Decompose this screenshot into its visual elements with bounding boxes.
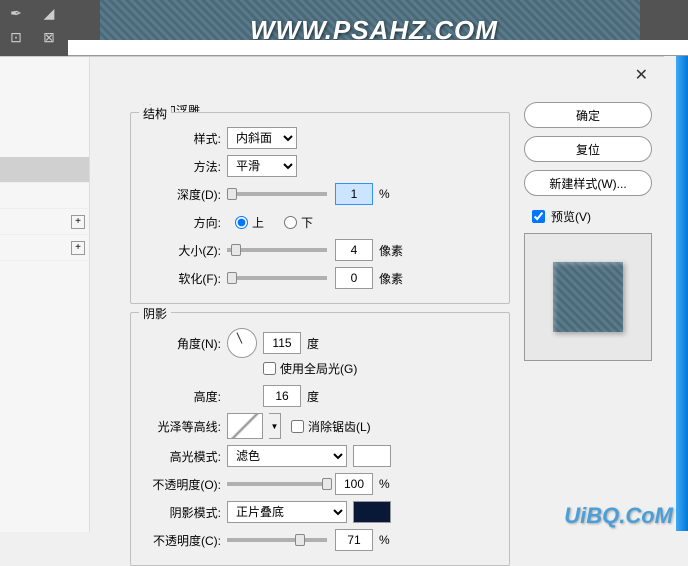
style-list-item[interactable] xyxy=(0,157,89,183)
highlight-opacity-label: 不透明度(O): xyxy=(141,476,221,493)
tool-icon[interactable]: ◢ xyxy=(35,2,63,24)
unit-label: 像素 xyxy=(379,242,403,259)
shadow-opacity-input[interactable] xyxy=(335,529,373,551)
style-list-item[interactable]: + xyxy=(0,209,89,235)
app-background: ✒ ◢ ⊡ ⊠ WWW.PSAHZ.COM xyxy=(0,0,688,56)
unit-label: % xyxy=(379,533,390,547)
chevron-down-icon[interactable]: ▼ xyxy=(269,413,281,439)
tool-icon[interactable]: ⊡ xyxy=(2,26,30,48)
depth-slider[interactable] xyxy=(227,192,327,196)
highlight-opacity-input[interactable] xyxy=(335,473,373,495)
style-list-item[interactable]: + xyxy=(0,235,89,261)
size-slider[interactable] xyxy=(227,248,327,252)
highlight-mode-label: 高光模式: xyxy=(141,448,221,465)
antialias-checkbox[interactable]: 消除锯齿(L) xyxy=(291,418,371,435)
direction-up-radio[interactable]: 上 xyxy=(235,214,264,231)
angle-dial[interactable] xyxy=(227,328,257,358)
ok-button[interactable]: 确定 xyxy=(524,102,652,128)
horizontal-ruler xyxy=(68,40,688,56)
shadow-opacity-slider[interactable] xyxy=(227,538,327,542)
toolbox: ✒ ◢ ⊡ ⊠ xyxy=(0,0,68,56)
global-light-checkbox[interactable]: 使用全局光(G) xyxy=(263,360,357,377)
shadow-opacity-label: 不透明度(C): xyxy=(141,532,221,549)
close-icon[interactable]: ✕ xyxy=(635,65,648,85)
style-list-panel: + + xyxy=(0,57,90,532)
shading-group: 阴影 角度(N): 度 使用全局光(G) 高度: 度 光泽等高线: xyxy=(130,312,510,566)
shadow-color-swatch[interactable] xyxy=(353,501,391,523)
highlight-color-swatch[interactable] xyxy=(353,445,391,467)
altitude-label: 高度: xyxy=(141,388,221,405)
method-label: 方法: xyxy=(141,158,221,175)
style-list-item[interactable] xyxy=(0,183,89,209)
depth-input[interactable] xyxy=(335,183,373,205)
group-title: 结构 xyxy=(139,105,171,122)
size-label: 大小(Z): xyxy=(141,242,221,259)
tool-icon[interactable]: ✒ xyxy=(2,2,30,24)
settings-panel: 结构 样式: 内斜面 方法: 平滑 深度(D): % 方向: 上 下 大小( xyxy=(130,92,510,532)
depth-label: 深度(D): xyxy=(141,186,221,203)
angle-label: 角度(N): xyxy=(141,335,221,352)
plus-icon[interactable]: + xyxy=(71,215,85,229)
shadow-mode-select[interactable]: 正片叠底 xyxy=(227,501,347,523)
direction-down-radio[interactable]: 下 xyxy=(284,214,313,231)
style-label: 样式: xyxy=(141,130,221,147)
dialog-actions: 确定 复位 新建样式(W)... 预览(V) xyxy=(524,102,654,361)
unit-label: 度 xyxy=(307,335,319,352)
gloss-contour-picker[interactable] xyxy=(227,413,263,439)
unit-label: 像素 xyxy=(379,270,403,287)
layer-style-dialog: ✕ + + 斜面和浮雕 结构 样式: 内斜面 方法: 平滑 深度(D): xyxy=(0,56,664,531)
highlight-opacity-slider[interactable] xyxy=(227,482,327,486)
preview-thumbnail xyxy=(524,233,652,361)
shadow-mode-label: 阴影模式: xyxy=(141,504,221,521)
angle-input[interactable] xyxy=(263,332,301,354)
method-select[interactable]: 平滑 xyxy=(227,155,297,177)
preview-checkbox[interactable]: 预览(V) xyxy=(532,208,654,225)
plus-icon[interactable]: + xyxy=(71,241,85,255)
reset-button[interactable]: 复位 xyxy=(524,136,652,162)
new-style-button[interactable]: 新建样式(W)... xyxy=(524,170,652,196)
tool-icon[interactable]: ⊠ xyxy=(35,26,63,48)
structure-group: 结构 样式: 内斜面 方法: 平滑 深度(D): % 方向: 上 下 大小( xyxy=(130,112,510,304)
soften-label: 软化(F): xyxy=(141,270,221,287)
size-input[interactable] xyxy=(335,239,373,261)
direction-label: 方向: xyxy=(141,214,221,231)
unit-label: 度 xyxy=(307,388,319,405)
unit-label: % xyxy=(379,187,390,201)
highlight-mode-select[interactable]: 滤色 xyxy=(227,445,347,467)
unit-label: % xyxy=(379,477,390,491)
gloss-contour-label: 光泽等高线: xyxy=(141,418,221,435)
soften-slider[interactable] xyxy=(227,276,327,280)
group-title: 阴影 xyxy=(139,305,171,322)
desktop-edge xyxy=(676,56,688,531)
style-select[interactable]: 内斜面 xyxy=(227,127,297,149)
watermark-text-2: UiBQ.CoM xyxy=(564,503,673,529)
soften-input[interactable] xyxy=(335,267,373,289)
altitude-input[interactable] xyxy=(263,385,301,407)
preview-texture xyxy=(553,262,623,332)
